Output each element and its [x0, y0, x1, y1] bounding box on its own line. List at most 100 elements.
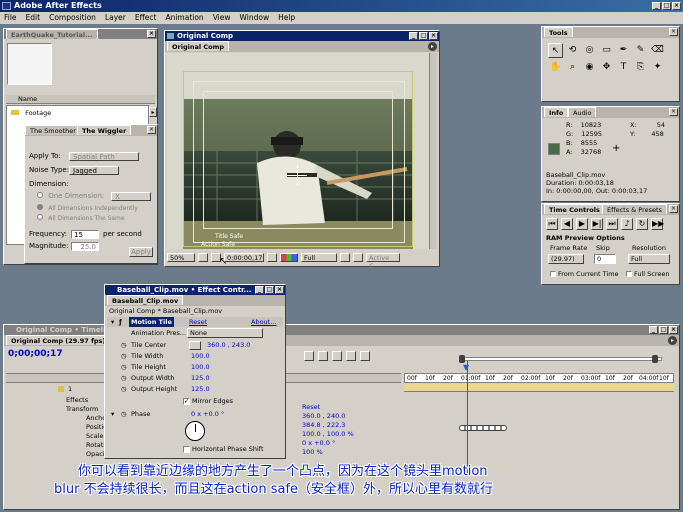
current-time-marker-icon[interactable]: ▼: [463, 363, 469, 372]
skip-input[interactable]: 0: [594, 254, 616, 264]
rect-mask-tool-icon[interactable]: ▭: [599, 43, 614, 58]
fx-prop-value[interactable]: 100.0: [191, 362, 210, 373]
stopwatch-icon[interactable]: ◷: [121, 340, 127, 351]
tab-tools[interactable]: Tools: [544, 27, 573, 37]
loop-icon[interactable]: ↻: [636, 218, 648, 230]
fx-prop-value[interactable]: 125.0: [191, 384, 210, 395]
timeline-min-button[interactable]: _: [649, 326, 658, 334]
zoom-slider-right-handle[interactable]: [652, 355, 658, 363]
current-time-indicator[interactable]: [467, 361, 468, 473]
project-close-button[interactable]: ×: [147, 30, 156, 38]
fx-about-link[interactable]: About...: [251, 317, 276, 327]
menu-animation[interactable]: Animation: [165, 12, 203, 24]
timeline-switch-icon[interactable]: [304, 351, 314, 361]
fx-prop-value[interactable]: 360.0 , 243.0: [207, 340, 250, 351]
tab-smoother[interactable]: The Smoother: [25, 125, 81, 135]
fx-min-button[interactable]: _: [255, 286, 264, 294]
timeline-switch-icon[interactable]: [346, 351, 356, 361]
comp-max-button[interactable]: □: [419, 32, 428, 40]
fx-prop-row[interactable]: ◷ Tile Width 100.0: [107, 351, 283, 362]
crosshair-button-icon[interactable]: [189, 341, 201, 350]
view-dropdown[interactable]: Active C...: [366, 253, 400, 270]
mirror-edges-checkbox[interactable]: ✓ Mirror Edges: [183, 397, 233, 405]
tab-wiggler[interactable]: The Wiggler: [77, 125, 132, 135]
stopwatch-icon[interactable]: ◷: [121, 409, 127, 419]
layer-bar[interactable]: [404, 384, 674, 392]
phase-toggle-icon[interactable]: ▾: [111, 409, 114, 419]
last-frame-icon[interactable]: ⏭: [606, 218, 618, 230]
orbit-tool-icon[interactable]: ◎: [582, 43, 597, 58]
menu-window[interactable]: Window: [240, 12, 270, 24]
tab-info[interactable]: Info: [544, 107, 569, 117]
fx-max-button[interactable]: □: [265, 286, 274, 294]
zoom-slider-left-handle[interactable]: [459, 355, 465, 363]
frequency-input[interactable]: 15: [71, 230, 99, 239]
timecode-field[interactable]: 0:00:00,17: [224, 253, 264, 262]
timeline-menu-arrow-icon[interactable]: ▸: [668, 336, 677, 345]
fx-header-row[interactable]: ▾ ƒ Motion Tile Reset About...: [107, 317, 283, 327]
safe-margins-icon[interactable]: [198, 253, 208, 262]
maximize-button[interactable]: □: [662, 2, 671, 10]
menu-file[interactable]: File: [4, 12, 17, 24]
comp-canvas[interactable]: Title Safe Action Safe: [167, 53, 429, 249]
comp-close-button[interactable]: ×: [429, 32, 438, 40]
text-tool-icon[interactable]: T: [616, 60, 631, 75]
wiggler-close-button[interactable]: ×: [147, 126, 156, 134]
value-scale[interactable]: 100.0 , 100.0 %: [302, 430, 402, 439]
timeline-switch-icon[interactable]: [360, 351, 370, 361]
dim-one-radio[interactable]: One Dimension: X: [37, 191, 157, 202]
ram-preview-icon[interactable]: ▶▶: [651, 218, 664, 230]
tab-audio[interactable]: Audio: [568, 107, 597, 117]
phase-dial[interactable]: [185, 421, 205, 441]
menu-help[interactable]: Help: [278, 12, 295, 24]
fx-prop-row[interactable]: ◷ Output Height 125.0: [107, 384, 283, 395]
pin-tool-icon[interactable]: ✦: [650, 60, 665, 75]
apply-to-dropdown[interactable]: Spatial Path: [69, 152, 139, 161]
project-name-column[interactable]: Name: [6, 95, 155, 104]
selection-tool-icon[interactable]: ↖: [548, 43, 563, 58]
tab-effects-presets[interactable]: Effects & Presets: [602, 204, 667, 214]
camera-tool-icon[interactable]: ◉: [582, 60, 597, 75]
clone-tool-icon[interactable]: ⎘: [633, 60, 648, 75]
timeline-close-button[interactable]: ×: [669, 326, 678, 334]
hand-tool-icon[interactable]: ✋: [548, 60, 563, 75]
full-screen-checkbox[interactable]: Full Screen: [626, 270, 670, 278]
value-anchor[interactable]: 360.0 , 240.0: [302, 412, 402, 421]
project-scroll-arrow[interactable]: ▸: [149, 107, 157, 117]
fx-prop-row[interactable]: ◷ Tile Center 360.0 , 243.0: [107, 340, 283, 351]
tab-time-controls[interactable]: Time Controls: [544, 204, 605, 214]
timeline-timecode[interactable]: 0;00;00;17: [8, 349, 63, 359]
audio-icon[interactable]: ♪: [621, 218, 633, 230]
info-close-button[interactable]: ×: [669, 108, 678, 116]
from-current-checkbox[interactable]: From Current Time: [550, 270, 619, 278]
pan-tool-icon[interactable]: ✥: [599, 60, 614, 75]
menu-layer[interactable]: Layer: [105, 12, 126, 24]
rotate-tool-icon[interactable]: ⟲: [565, 43, 580, 58]
time-close-button[interactable]: ×: [669, 205, 678, 213]
zoom-tool-icon[interactable]: ⌕: [565, 60, 580, 75]
fx-presets-dropdown[interactable]: None: [187, 328, 263, 338]
list-item[interactable]: Footage: [7, 108, 148, 119]
zoom-dropdown[interactable]: 50%: [167, 253, 195, 262]
minimize-button[interactable]: _: [652, 2, 661, 10]
dim-all-same-radio[interactable]: All Dimensions The Same: [37, 213, 157, 224]
value-reset[interactable]: Reset: [302, 403, 402, 412]
eraser-tool-icon[interactable]: ⌫: [650, 43, 665, 58]
fx-reset-link[interactable]: Reset: [189, 317, 207, 327]
hphase-checkbox[interactable]: Horizontal Phase Shift: [183, 445, 264, 453]
play-icon[interactable]: ▶: [576, 218, 588, 230]
fx-close-button[interactable]: ×: [275, 286, 284, 294]
resolution-select[interactable]: Full: [628, 254, 670, 264]
apply-button[interactable]: Apply: [129, 247, 153, 257]
brush-tool-icon[interactable]: ✎: [633, 43, 648, 58]
close-button[interactable]: ×: [672, 2, 681, 10]
frame-rate-dropdown[interactable]: (29.97): [548, 254, 584, 264]
tab-project[interactable]: EarthQuake_Tutorial...: [6, 29, 98, 39]
noise-type-dropdown[interactable]: Jagged: [69, 166, 119, 175]
fx-toggle-icon[interactable]: ▾: [111, 317, 114, 327]
comp-min-button[interactable]: _: [409, 32, 418, 40]
fx-prop-value[interactable]: 100.0: [191, 351, 210, 362]
prop-opacity[interactable]: Opacity: [6, 449, 111, 460]
value-position[interactable]: 384.8 , 222.3: [302, 421, 402, 430]
stopwatch-icon[interactable]: ◷: [121, 362, 127, 373]
